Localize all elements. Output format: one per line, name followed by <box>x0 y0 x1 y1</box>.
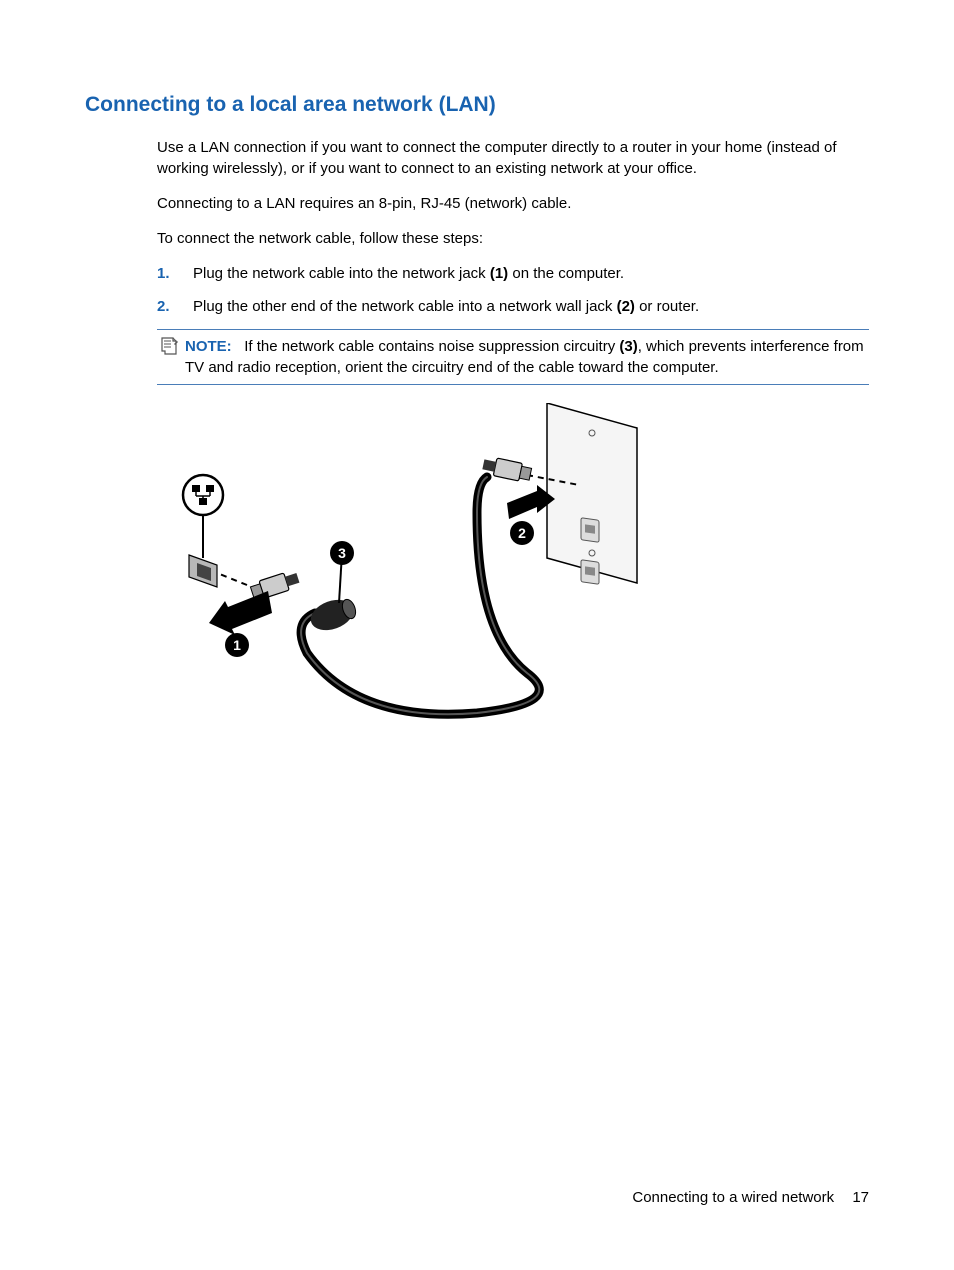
network-cable <box>301 477 539 714</box>
body-content: Use a LAN connection if you want to conn… <box>157 137 869 743</box>
note-icon <box>159 336 179 356</box>
step-number: 2. <box>157 296 170 317</box>
footer-page-number: 17 <box>852 1189 869 1206</box>
steps-list: 1. Plug the network cable into the netwo… <box>157 263 869 317</box>
computer-network-jack <box>189 555 217 587</box>
arrow-computer <box>209 591 272 635</box>
noise-suppression-circuitry <box>307 595 359 636</box>
callout-2: 2 <box>510 521 534 545</box>
note-box: NOTE: If the network cable contains nois… <box>157 329 869 385</box>
step-callout: (1) <box>490 265 508 282</box>
svg-text:3: 3 <box>338 545 346 561</box>
callout-3: 3 <box>330 541 354 603</box>
footer-section-title: Connecting to a wired network <box>632 1189 834 1206</box>
lan-connection-diagram: 2 3 <box>177 403 677 743</box>
step-callout: (2) <box>617 298 635 315</box>
section-heading: Connecting to a local area network (LAN) <box>85 90 869 119</box>
svg-text:2: 2 <box>518 525 526 541</box>
callout-1: 1 <box>225 633 249 657</box>
note-content: NOTE: If the network cable contains nois… <box>185 336 869 378</box>
note-text-before: If the network cable contains noise supp… <box>244 338 619 355</box>
note-label: NOTE: <box>185 338 232 355</box>
svg-text:1: 1 <box>233 637 241 653</box>
step-text-before: Plug the network cable into the network … <box>193 265 490 282</box>
step-2: 2. Plug the other end of the network cab… <box>157 296 869 317</box>
step-number: 1. <box>157 263 170 284</box>
network-icon <box>183 475 223 558</box>
step-text-after: on the computer. <box>508 265 624 282</box>
intro-paragraph: Use a LAN connection if you want to conn… <box>157 137 869 179</box>
step-text-before: Plug the other end of the network cable … <box>193 298 617 315</box>
page-footer: Connecting to a wired network 17 <box>632 1187 869 1208</box>
wall-plate <box>547 403 637 584</box>
step-text-after: or router. <box>635 298 699 315</box>
steps-intro-paragraph: To connect the network cable, follow the… <box>157 228 869 249</box>
requirement-paragraph: Connecting to a LAN requires an 8-pin, R… <box>157 193 869 214</box>
note-callout: (3) <box>619 338 637 355</box>
step-1: 1. Plug the network cable into the netwo… <box>157 263 869 284</box>
